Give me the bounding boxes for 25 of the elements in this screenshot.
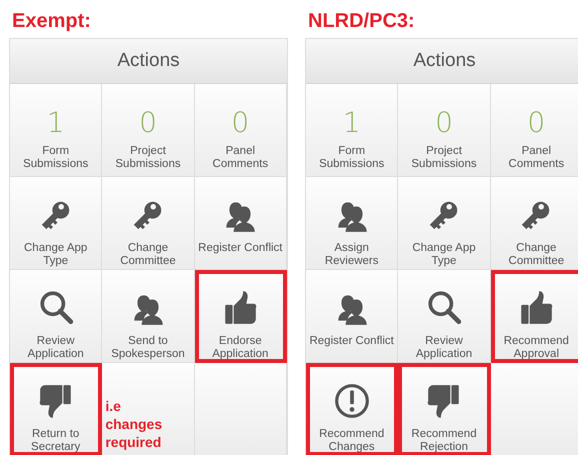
count-tile[interactable]: 0 Project Submissions bbox=[102, 84, 195, 177]
section-title: Exempt: bbox=[11, 9, 92, 34]
count-tile[interactable]: 0 Project Submissions bbox=[398, 84, 491, 177]
annotation-text: i.e changes required bbox=[105, 397, 164, 451]
section-title: NLRD/PC3: bbox=[307, 9, 416, 34]
count-tile[interactable]: 0 Panel Comments bbox=[194, 84, 287, 177]
action-tile[interactable]: Change App Type bbox=[10, 177, 102, 270]
action-tile[interactable]: Review Application bbox=[10, 270, 102, 363]
action-tile[interactable]: Endorse Application bbox=[194, 270, 287, 363]
alert-icon bbox=[332, 382, 371, 420]
action-tile[interactable]: Recommend Changes bbox=[306, 363, 398, 455]
count-tile[interactable]: 1 Form Submissions bbox=[10, 84, 102, 177]
action-tile[interactable]: Recommend Approval bbox=[490, 270, 578, 363]
action-tile[interactable]: Change Committee bbox=[490, 177, 578, 270]
action-tile[interactable]: Change App Type bbox=[398, 177, 491, 270]
action-tile[interactable]: Review Application bbox=[398, 270, 491, 363]
action-tile[interactable]: Assign Reviewers bbox=[306, 177, 398, 270]
count-tile[interactable]: 1 Form Submissions bbox=[306, 84, 398, 177]
action-tile[interactable]: Register Conflict bbox=[194, 177, 287, 270]
action-tile[interactable]: Recommend Rejection bbox=[398, 363, 491, 455]
count-tile[interactable]: 0 Panel Comments bbox=[490, 84, 578, 177]
action-tile[interactable]: Change Committee bbox=[102, 177, 195, 270]
action-tile[interactable]: Return to Secretary bbox=[10, 363, 102, 455]
action-tile[interactable]: Register Conflict bbox=[306, 270, 398, 363]
action-tile[interactable]: Send to Spokesperson bbox=[102, 270, 195, 363]
